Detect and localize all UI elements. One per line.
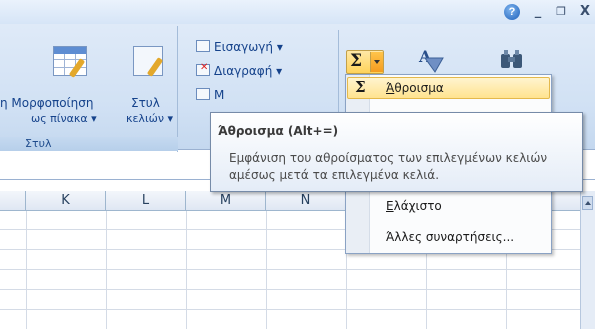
find-select-icon[interactable] xyxy=(497,48,527,74)
gridline xyxy=(266,211,267,329)
cell-styles-label-1[interactable]: Στυλ xyxy=(131,96,160,110)
insert-button[interactable]: Εισαγωγή ▾ xyxy=(214,40,283,54)
delete-button[interactable]: Διαγραφή ▾ xyxy=(214,64,282,78)
menu-item-min[interactable] xyxy=(347,196,550,218)
menu-item-sum-label[interactable]: Άθροισμα xyxy=(386,81,444,95)
sigma-icon: Σ xyxy=(355,78,366,96)
format-as-table-label-2[interactable]: ως πίνακα ▾ xyxy=(31,112,97,125)
restore-icon[interactable]: ❐ xyxy=(553,3,569,21)
delete-x-icon: ✕ xyxy=(200,62,209,73)
insert-cells-icon[interactable] xyxy=(196,40,210,52)
menu-item-more-functions-label[interactable]: Άλλες συναρτήσεις... xyxy=(386,230,514,244)
gridline xyxy=(186,211,187,329)
styles-group xyxy=(0,26,178,152)
tooltip-body: Εμφάνιση του αθροίσματος των επιλεγμένων… xyxy=(229,151,548,182)
sigma-icon[interactable]: Σ xyxy=(350,51,362,71)
column-header-partial[interactable] xyxy=(0,191,26,211)
format-cells-icon[interactable] xyxy=(196,88,210,100)
tooltip-title: Άθροισμα (Alt+=) xyxy=(218,124,339,138)
vertical-scrollbar[interactable] xyxy=(580,191,595,329)
menu-item-sum[interactable] xyxy=(347,77,550,99)
styles-group-label: Στυλ xyxy=(25,137,52,150)
column-header-m[interactable]: M xyxy=(186,191,266,211)
column-header-k[interactable]: K xyxy=(26,191,106,211)
format-as-table-label-1[interactable]: η Μορφοποίηση xyxy=(0,96,93,110)
close-icon[interactable]: X xyxy=(577,3,593,21)
column-header-n[interactable]: N xyxy=(266,191,346,211)
gridline xyxy=(26,211,27,329)
gridline xyxy=(106,211,107,329)
menu-item-min-label[interactable]: Ελάχιστο xyxy=(386,199,442,213)
autosum-dropdown-arrow[interactable] xyxy=(370,52,383,72)
cell-styles-label-2[interactable]: κελιών ▾ xyxy=(126,112,173,125)
help-icon[interactable]: ? xyxy=(504,4,520,20)
format-button[interactable]: Μ xyxy=(214,88,224,102)
sort-filter-icon[interactable]: A xyxy=(415,46,445,74)
scroll-up-arrow-icon[interactable] xyxy=(582,196,593,210)
column-header-l[interactable]: L xyxy=(106,191,186,211)
minimize-icon[interactable]: _ xyxy=(530,3,546,21)
